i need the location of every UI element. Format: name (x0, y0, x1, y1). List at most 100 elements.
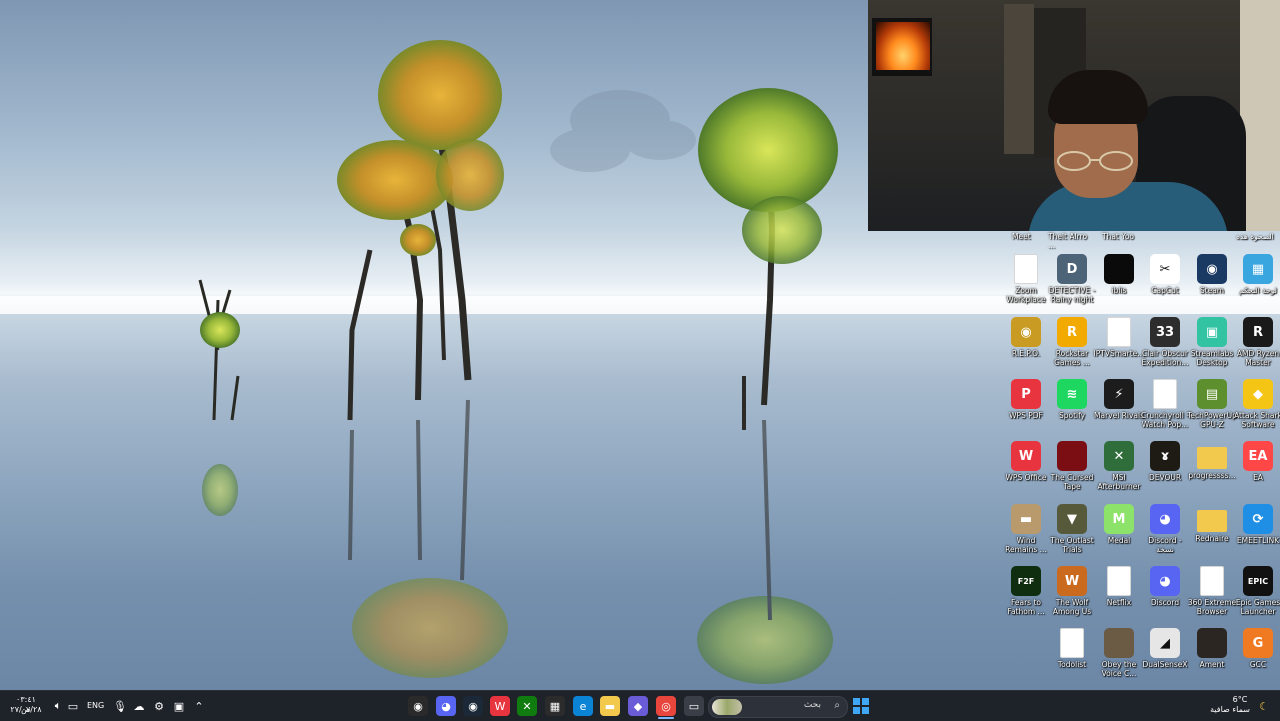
file-explorer-icon[interactable]: ▬ (600, 696, 620, 716)
desktop-icon[interactable]: ▬ Wind Remains ... (1000, 504, 1052, 554)
desktop-icon[interactable]: IPTVSmarte... (1093, 317, 1145, 358)
desktop-icon[interactable]: P WPS PDF (1000, 379, 1052, 420)
desktop-icon[interactable]: ◆ Attack Shark Software (1232, 379, 1280, 429)
webcam-glasses (1057, 151, 1133, 171)
desktop-icon[interactable]: ◉ Steam (1186, 254, 1238, 295)
desktop-icon[interactable]: Netflix (1093, 566, 1145, 607)
webcam-shelf (1004, 4, 1034, 154)
store-icon[interactable]: ▦ (545, 696, 565, 716)
start-button-windows-icon[interactable] (851, 696, 871, 716)
desktop-icon[interactable]: ◢ DualSenseX (1139, 628, 1191, 669)
network-icon[interactable]: ▭ (63, 696, 83, 716)
epic-games-icon: EPIC (1243, 566, 1273, 596)
doc-icon (1014, 254, 1038, 284)
steam-taskbar-icon[interactable]: ◉ (463, 696, 483, 716)
desktop-icon[interactable]: EA EA (1232, 441, 1280, 482)
xbox-icon[interactable]: ✕ (517, 696, 537, 716)
desktop-icon[interactable]: M Medal (1093, 504, 1145, 545)
desktop-icon[interactable]: ▤ TechPowerUp GPU-Z (1186, 379, 1238, 429)
folder-icon (1197, 510, 1227, 532)
desktop-icon-label: Rockstar Games ... (1054, 349, 1090, 367)
chrome-icon[interactable]: ◎ (656, 696, 676, 716)
desktop-icon[interactable]: R Rockstar Games ... (1046, 317, 1098, 367)
desktop-icon[interactable]: Obey the Voice C... (1093, 628, 1145, 678)
desktop-icon[interactable]: ◉ R.E.P.O. (1000, 317, 1052, 358)
show-hidden-icons-chevron-icon[interactable]: ⌃ (189, 696, 209, 716)
desktop-icon[interactable]: ▣ Streamlabs Desktop (1186, 317, 1238, 367)
desktop-icon[interactable]: W The Wolf Among Us (1046, 566, 1098, 616)
webcam-wall (1240, 0, 1280, 231)
desktop-icon[interactable]: ✕ MSI Afterburner (1093, 441, 1145, 491)
desktop-icon-label: Ament (1199, 660, 1225, 669)
webcam-fireplace (876, 22, 930, 70)
desktop-icon-label: لوحة التحكم (1239, 286, 1277, 295)
desktop-icon-label: 360 Extreme Browser (1187, 598, 1237, 616)
desktop-icon[interactable]: Zoom Workplace (1000, 254, 1052, 304)
desktop-icon[interactable]: The Cursed Tape (1046, 441, 1098, 491)
desktop-icon-label: Todolist (1057, 660, 1087, 669)
wps-taskbar-icon[interactable]: W (490, 696, 510, 716)
desktop-icon[interactable]: W WPS Office (1000, 441, 1052, 482)
desktop-icon-label: Clair Obscur Expedition... (1141, 349, 1189, 367)
doc-icon (1107, 566, 1131, 596)
desktop-icon[interactable]: ⚡ Marvel Rivals (1093, 379, 1145, 420)
desktop-top-label-3: That Yoo (1102, 232, 1135, 241)
taskbar-search-box[interactable]: بحث ⌕ (708, 696, 848, 718)
weather-moon-icon[interactable]: ☾ (1254, 696, 1274, 716)
taskbar: ٠٣:٤١ ص ٢٧/٠٧/٢٨ 🔈︎ ▭ ENG 🎙︎ ☁ ⚙ ▣ ⌃ ◉ ◕ ◉… (0, 690, 1280, 721)
desktop-icon-label: EMEETLINK (1236, 536, 1280, 545)
obs-icon[interactable]: ◉ (408, 696, 428, 716)
msi-afterburner-icon: ✕ (1104, 441, 1134, 471)
desktop-icon[interactable]: 33 Clair Obscur Expedition... (1139, 317, 1191, 367)
desktop-icon[interactable]: ɤ DEVOUR (1139, 441, 1191, 482)
desktop-icon[interactable]: G GCC (1232, 628, 1280, 669)
doc-icon (1200, 566, 1224, 596)
desktop-icon[interactable]: F2F Fears to Fathom ... (1000, 566, 1052, 616)
clock-date[interactable]: ٢٧/٠٧/٢٨ (8, 705, 44, 715)
doc-icon (1107, 317, 1131, 347)
wolf-among-us-icon: W (1057, 566, 1087, 596)
outlast-icon: ▼ (1057, 504, 1087, 534)
tray-app-icon[interactable]: ⚙ (149, 696, 169, 716)
desktop-icon[interactable]: ≋ Spotify (1046, 379, 1098, 420)
onedrive-tray-icon[interactable]: ☁ (129, 696, 149, 716)
weather-condition[interactable]: سماء صافية (1206, 705, 1254, 715)
desktop-icon[interactable]: ✂ CapCut (1139, 254, 1191, 295)
edge-icon[interactable]: e (573, 696, 593, 716)
desktop-icon[interactable]: ▼ The Outlast Trials (1046, 504, 1098, 554)
medal-icon: M (1104, 504, 1134, 534)
discord-taskbar-icon[interactable]: ◕ (436, 696, 456, 716)
language-indicator[interactable]: ENG (87, 701, 104, 711)
iblis-game-icon (1104, 254, 1134, 284)
desktop-icon-label: WPS Office (1005, 473, 1047, 482)
desktop-icon[interactable]: iblis (1093, 254, 1145, 295)
desktop-icon[interactable]: Ament (1186, 628, 1238, 669)
tray-app-icon-2[interactable]: ▣ (169, 696, 189, 716)
desktop-icon[interactable]: ◕ Discord - نسخة (1139, 504, 1191, 554)
discord-icon: ◕ (1150, 566, 1180, 596)
desktop-icon[interactable]: D DETECTIVE - Rainy night (1046, 254, 1098, 304)
desktop-icon[interactable]: R AMD Ryzen Master (1232, 317, 1280, 367)
desktop-icon-label: DEVOUR (1148, 473, 1182, 482)
desktop-icon-label: R.E.P.O. (1011, 349, 1041, 358)
desktop-top-label-6: الصحوة هذه (1236, 232, 1274, 241)
desktop-icon[interactable]: Rednaire (1186, 504, 1238, 543)
copilot-icon[interactable]: ◆ (628, 696, 648, 716)
desktop-icon[interactable]: ▦ لوحة التحكم (1232, 254, 1280, 295)
desktop-icon[interactable]: 360 Extreme Browser (1186, 566, 1238, 616)
desktop-icon[interactable]: EPIC Epic Games Launcher (1232, 566, 1280, 616)
desktop-icon-label: Zoom Workplace (1006, 286, 1046, 304)
microphone-icon[interactable]: 🎙︎ (110, 696, 130, 716)
desktop-icon-label: GCC (1249, 660, 1267, 669)
attack-shark-icon: ◆ (1243, 379, 1273, 409)
webcam-person-hair (1048, 70, 1148, 124)
desktop-icon[interactable]: Todolist (1046, 628, 1098, 669)
rockstar-icon: R (1057, 317, 1087, 347)
task-view-icon[interactable]: ▭ (684, 696, 704, 716)
desktop-icon[interactable]: progressss... (1186, 441, 1238, 480)
desktop-icon-label: The Cursed Tape (1050, 473, 1094, 491)
desktop-icon[interactable]: ⟳ EMEETLINK (1232, 504, 1280, 545)
desktop-icon[interactable]: ◕ Discord (1139, 566, 1191, 607)
desktop-icon[interactable]: Crunchyroll - Watch Pop... (1139, 379, 1191, 429)
wps-office-icon: W (1011, 441, 1041, 471)
